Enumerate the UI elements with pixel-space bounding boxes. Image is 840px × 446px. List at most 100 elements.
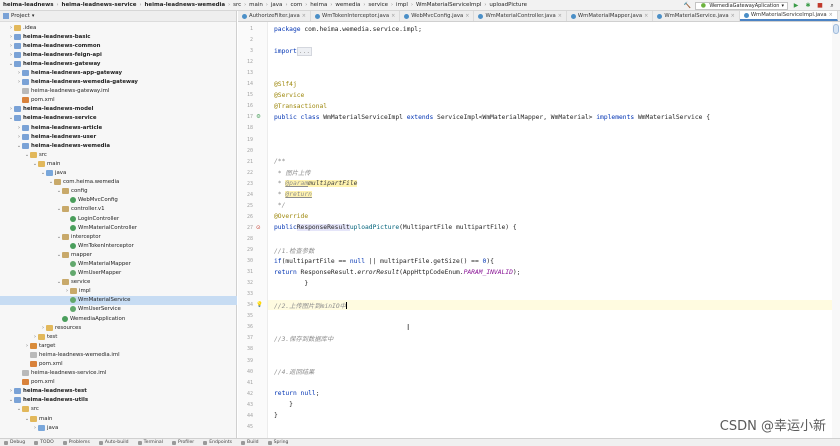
tree-node[interactable]: › heima-leadnews-model	[0, 105, 237, 114]
code-line[interactable]	[268, 35, 840, 45]
code-line[interactable]: * @param multipartFile	[268, 179, 840, 189]
tree-node[interactable]: › resources	[0, 323, 237, 332]
tool-window-button[interactable]: Profiler	[172, 440, 194, 445]
breadcrumb-item[interactable]: main	[246, 2, 266, 8]
tree-node[interactable]: WmUserMapper	[0, 269, 237, 278]
code-line[interactable]: return null;	[268, 389, 840, 399]
code-line[interactable]	[268, 68, 840, 78]
code-line[interactable]: }	[268, 400, 840, 410]
search-icon[interactable]: ⌕	[828, 2, 836, 10]
tree-node[interactable]: WmMaterialService	[0, 295, 237, 305]
code-line[interactable]	[268, 322, 840, 332]
code-line[interactable]: * @return	[268, 190, 840, 200]
tool-window-button[interactable]: TODO	[34, 440, 54, 445]
tool-window-button[interactable]: Build	[241, 440, 259, 445]
editor-tab[interactable]: WmMaterialService.java ×	[653, 11, 740, 21]
breadcrumb-item[interactable]: impl	[393, 2, 411, 8]
tree-node[interactable]: ⌄ heima-leadnews-gateway	[0, 59, 237, 68]
stop-icon[interactable]: ■	[816, 2, 824, 10]
breadcrumb-item[interactable]: heima-leadnews-wemedia	[142, 2, 229, 8]
editor-tab[interactable]: WmMaterialController.java ×	[474, 11, 567, 21]
tree-node[interactable]: › heima-leadnews-app-gateway	[0, 68, 237, 77]
tool-window-button[interactable]: Problems	[62, 440, 90, 445]
close-tab-icon[interactable]: ×	[829, 12, 833, 18]
gutter-marker-icon[interactable]: ⚙	[256, 112, 261, 122]
debug-icon[interactable]: ✱	[804, 2, 812, 10]
chevron-down-icon[interactable]: ▾	[32, 13, 35, 19]
tree-node[interactable]: WmMaterialMapper	[0, 259, 237, 268]
code-line[interactable]: @Transactional	[268, 101, 840, 111]
tree-node[interactable]: › heima-leadnews-article	[0, 123, 237, 132]
code-line[interactable]	[268, 123, 840, 133]
breadcrumb-item[interactable]: service	[365, 2, 391, 8]
tree-node[interactable]: LoginController	[0, 214, 237, 223]
editor-scrollbar[interactable]	[832, 22, 840, 438]
code-line[interactable]	[268, 289, 840, 299]
code-line[interactable]: @Override	[268, 212, 840, 222]
tree-node[interactable]: › impl	[0, 287, 237, 296]
code-area[interactable]: package com.heima.wemedia.service.impl; i…	[268, 22, 840, 438]
tree-node[interactable]: › heima-leadnews-basic	[0, 32, 237, 41]
tree-node[interactable]: WebMvcConfig	[0, 196, 237, 205]
editor-tab[interactable]: WebMvcConfig.java ×	[400, 11, 475, 21]
tree-node[interactable]: ⌄ src	[0, 150, 237, 159]
breadcrumb-item[interactable]: src	[230, 2, 244, 8]
tree-node[interactable]: WmTokenInterceptor	[0, 241, 237, 250]
code-line[interactable]	[268, 344, 840, 354]
tree-node[interactable]: ⌄ main	[0, 159, 237, 168]
close-tab-icon[interactable]: ×	[465, 13, 469, 19]
scrollbar-thumb[interactable]	[833, 24, 839, 34]
code-line[interactable]: public class WmMaterialServiceImpl exten…	[268, 112, 840, 122]
code-line[interactable]: /**	[268, 157, 840, 167]
tree-node[interactable]: ⌄ com.heima.wemedia	[0, 178, 237, 187]
tool-window-button[interactable]: Debug	[4, 440, 25, 445]
code-line[interactable]	[268, 378, 840, 388]
tree-node[interactable]: heima-leadnews-service.iml	[0, 369, 237, 378]
tree-node[interactable]: ⌄ interceptor	[0, 232, 237, 241]
close-tab-icon[interactable]: ×	[644, 13, 648, 19]
tree-node[interactable]: ⌄ mapper	[0, 250, 237, 259]
breadcrumb-item[interactable]: WmMaterialServiceImpl	[413, 2, 484, 8]
tree-node[interactable]: pom.xml	[0, 359, 237, 368]
code-line[interactable]	[268, 356, 840, 366]
tree-node[interactable]: ⌄ service	[0, 278, 237, 287]
tree-node[interactable]: ⌄ src	[0, 405, 237, 414]
code-line[interactable]: return ResponseResult. errorResult (AppHtt…	[268, 267, 840, 277]
tree-node[interactable]: WmUserService	[0, 305, 237, 314]
code-line[interactable]: //3.保存到数据库中	[268, 333, 840, 343]
close-tab-icon[interactable]: ×	[558, 13, 562, 19]
tree-node[interactable]: › heima-leadnews-test	[0, 387, 237, 396]
tree-node[interactable]: pom.xml	[0, 96, 237, 105]
code-line[interactable]	[268, 57, 840, 67]
tool-window-button[interactable]: Terminal	[137, 440, 163, 445]
breadcrumb-item[interactable]: com	[287, 2, 305, 8]
tree-node[interactable]: WmMaterialController	[0, 223, 237, 232]
breadcrumb-item[interactable]: heima	[307, 2, 330, 8]
code-line[interactable]: import ...	[268, 46, 840, 56]
tool-window-button[interactable]: Spring	[267, 440, 288, 445]
close-tab-icon[interactable]: ×	[731, 13, 735, 19]
tree-node[interactable]: heima-leadnews-wemedia.iml	[0, 350, 237, 359]
close-tab-icon[interactable]: ×	[391, 13, 395, 19]
gutter-marker-icon[interactable]: 💡	[256, 300, 263, 310]
tree-node[interactable]: pom.xml	[0, 378, 237, 387]
breadcrumb-item[interactable]: heima-leadnews-service	[59, 2, 140, 8]
code-line[interactable]: @Slf4j	[268, 79, 840, 89]
tree-node[interactable]: › heima-leadnews-user	[0, 132, 237, 141]
code-line[interactable]: * 图片上传	[268, 168, 840, 178]
code-line[interactable]: public ResponseResult uploadPicture (Mult…	[268, 223, 840, 233]
editor-tab[interactable]: WmTokenInterceptor.java ×	[311, 11, 401, 21]
tree-node[interactable]: › test	[0, 332, 237, 341]
close-tab-icon[interactable]: ×	[302, 13, 306, 19]
breadcrumb-item[interactable]: heima-leadnews	[0, 2, 57, 8]
run-icon[interactable]: ▶	[792, 2, 800, 10]
tree-node[interactable]: ⌄ controller.v1	[0, 205, 237, 214]
tree-node[interactable]: WemediaApplication	[0, 314, 237, 323]
tree-node[interactable]: › heima-leadnews-common	[0, 41, 237, 50]
tree-node[interactable]: › heima-leadnews-feign-api	[0, 50, 237, 59]
code-line[interactable]: //4.返回结果	[268, 367, 840, 377]
tree-node[interactable]: ⌄ heima-leadnews-utils	[0, 396, 237, 405]
tool-window-button[interactable]: Auto-build	[98, 440, 129, 445]
code-line[interactable]: */	[268, 201, 840, 211]
code-line[interactable]: //1.检查参数	[268, 245, 840, 255]
